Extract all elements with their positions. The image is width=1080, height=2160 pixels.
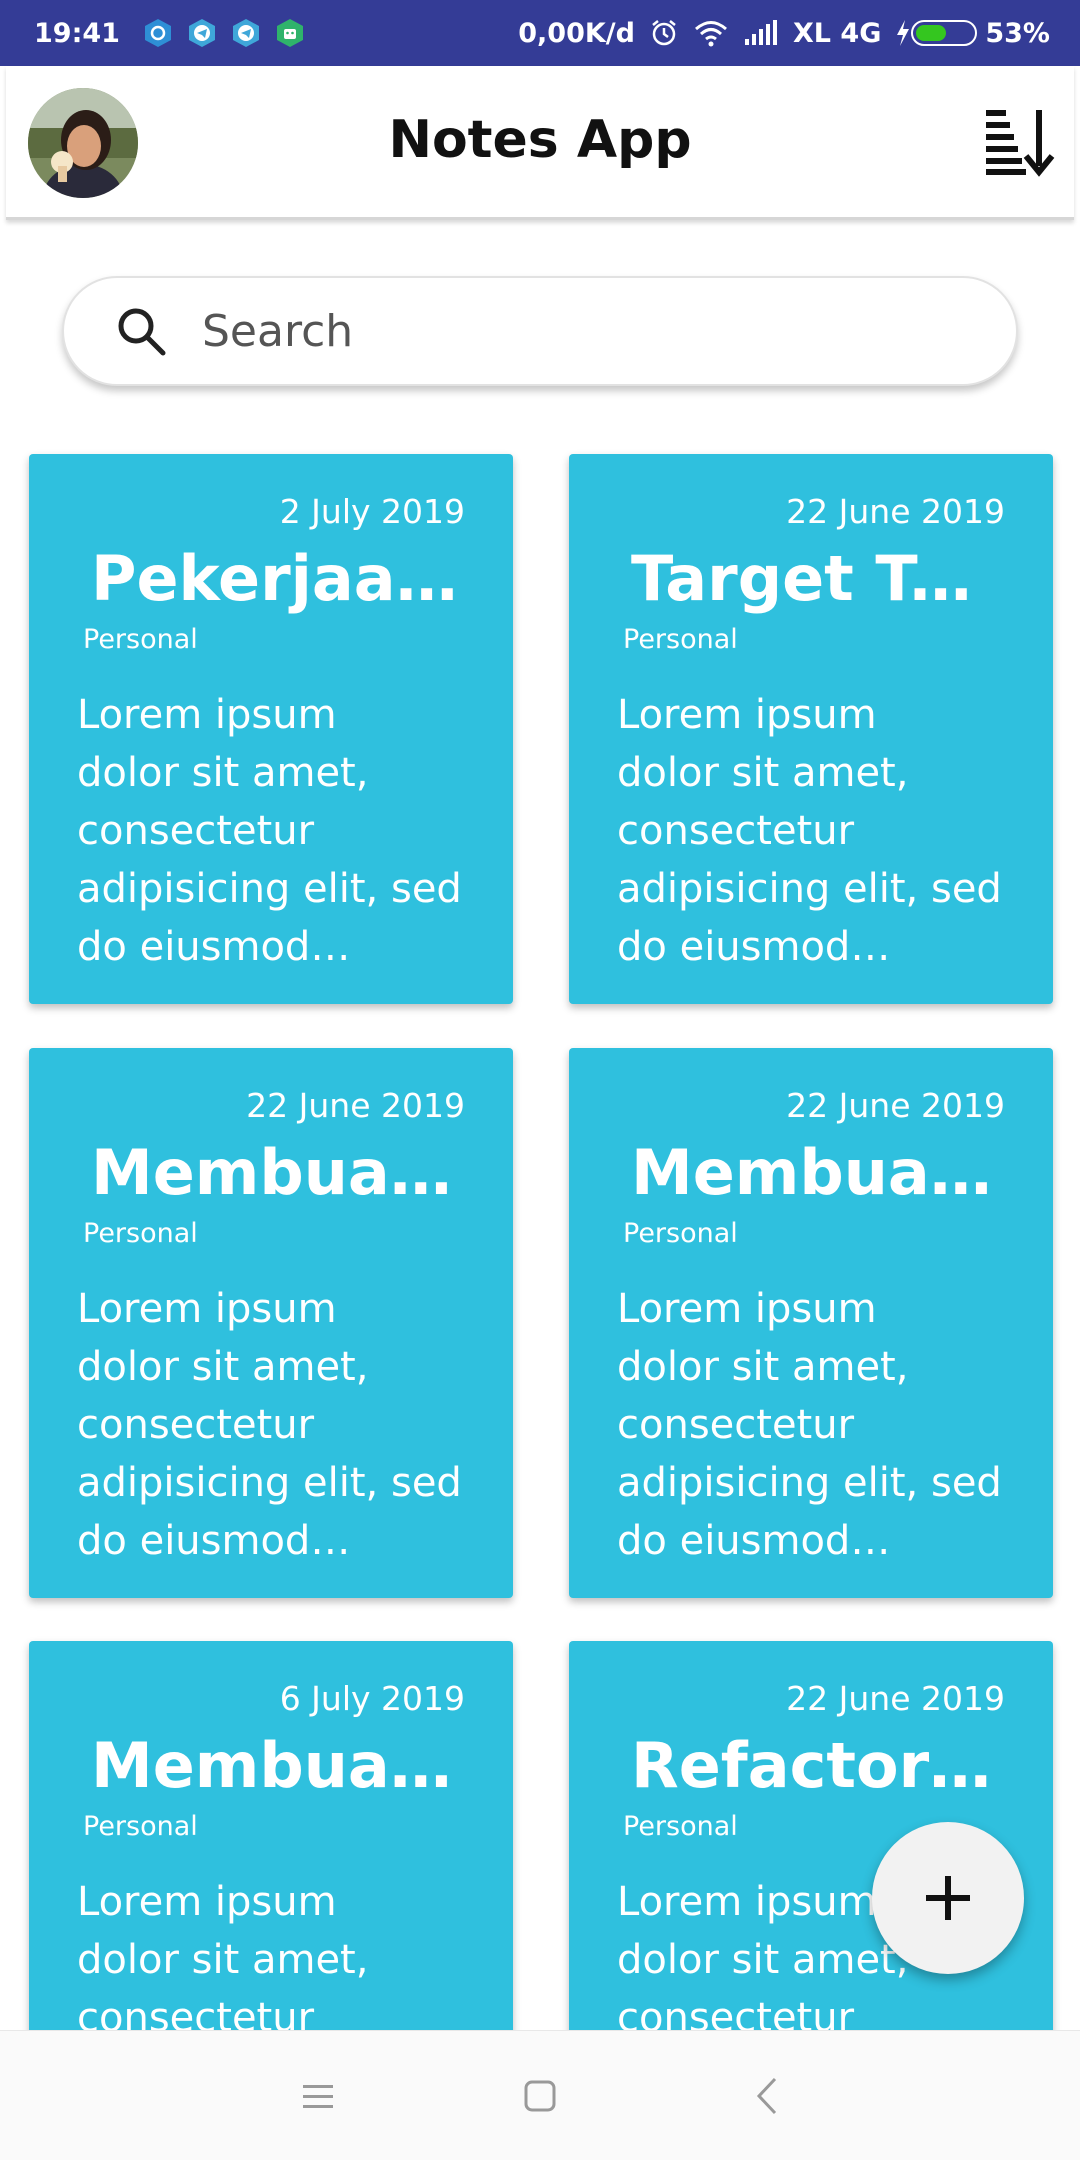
note-card[interactable]: 22 June 2019 Membuat C… Personal Lorem i…	[29, 1048, 513, 1598]
battery-percent: 53%	[985, 17, 1050, 49]
note-date: 2 July 2019	[279, 492, 465, 531]
app-bar: Notes App	[6, 66, 1074, 220]
status-bar: 19:41 0,00K/d XL 4G 53%	[0, 0, 1080, 66]
note-body: Lorem ipsum dolor sit amet, consectetur …	[617, 1286, 1002, 1564]
charging-icon	[897, 20, 910, 46]
carrier-label: XL 4G	[792, 17, 882, 49]
note-title: Membuat C…	[91, 1136, 469, 1209]
shield-icon	[144, 19, 171, 47]
note-date: 22 June 2019	[246, 1086, 465, 1125]
note-date: 22 June 2019	[786, 1086, 1005, 1125]
note-body: Lorem ipsum dolor sit amet, consectetur …	[77, 1879, 369, 2030]
note-category: Personal	[83, 1218, 198, 1249]
alarm-icon	[652, 20, 676, 46]
note-date: 22 June 2019	[786, 1679, 1005, 1718]
note-title: Membuat d…	[91, 1729, 469, 1802]
telegram-icon	[232, 19, 259, 47]
note-date: 22 June 2019	[786, 492, 1005, 531]
battery-icon	[911, 20, 978, 46]
note-body: Lorem ipsum dolor sit amet, consectetur …	[77, 692, 462, 970]
note-title: Target Tahu..	[631, 542, 1009, 615]
battery-indicator: 53%	[895, 18, 1050, 49]
note-body: Lorem ipsum dolor sit amet, consectetur …	[617, 692, 1002, 970]
status-right: 0,00K/d XL 4G 53%	[504, 18, 1050, 49]
battery-fill	[916, 25, 947, 41]
note-category: Personal	[83, 1811, 198, 1842]
net-speed: 0,00K/d	[518, 17, 635, 49]
search-input[interactable]	[202, 305, 902, 357]
plus-icon	[926, 1876, 970, 1920]
status-left: 19:41	[34, 17, 318, 49]
note-category: Personal	[623, 1218, 738, 1249]
system-nav-bar	[0, 2030, 1080, 2160]
note-body: Lorem ipsum dolor sit amet, consectetur …	[77, 1286, 462, 1564]
status-time: 19:41	[34, 17, 120, 49]
search-bar[interactable]	[62, 276, 1018, 386]
note-category: Personal	[83, 624, 198, 655]
note-card[interactable]: 2 July 2019 Pekerjaan… Personal Lorem ip…	[29, 454, 513, 1004]
add-note-button[interactable]	[872, 1822, 1024, 1974]
note-category: Personal	[623, 1811, 738, 1842]
note-date: 6 July 2019	[279, 1679, 465, 1718]
menu-icon[interactable]	[293, 2071, 343, 2121]
note-category: Personal	[623, 624, 738, 655]
note-card[interactable]: 22 June 2019 Target Tahu.. Personal Lore…	[569, 454, 1053, 1004]
note-title: Membuat M..	[631, 1136, 1009, 1209]
sort-descending-icon[interactable]	[984, 106, 1060, 178]
wifi-icon	[695, 21, 727, 47]
page-title: Notes App	[388, 110, 692, 170]
home-icon[interactable]	[515, 2071, 565, 2121]
telegram-icon	[188, 19, 215, 47]
android-icon	[276, 19, 303, 47]
back-icon[interactable]	[743, 2071, 793, 2121]
note-title: Pekerjaan…	[91, 542, 469, 615]
note-card[interactable]: 22 June 2019 Membuat M.. Personal Lorem …	[569, 1048, 1053, 1598]
search-icon	[118, 308, 166, 356]
note-title: Refactoring…	[631, 1729, 1009, 1802]
note-card[interactable]: 6 July 2019 Membuat d… Personal Lorem ip…	[29, 1641, 513, 2030]
signal-icon	[744, 20, 777, 45]
